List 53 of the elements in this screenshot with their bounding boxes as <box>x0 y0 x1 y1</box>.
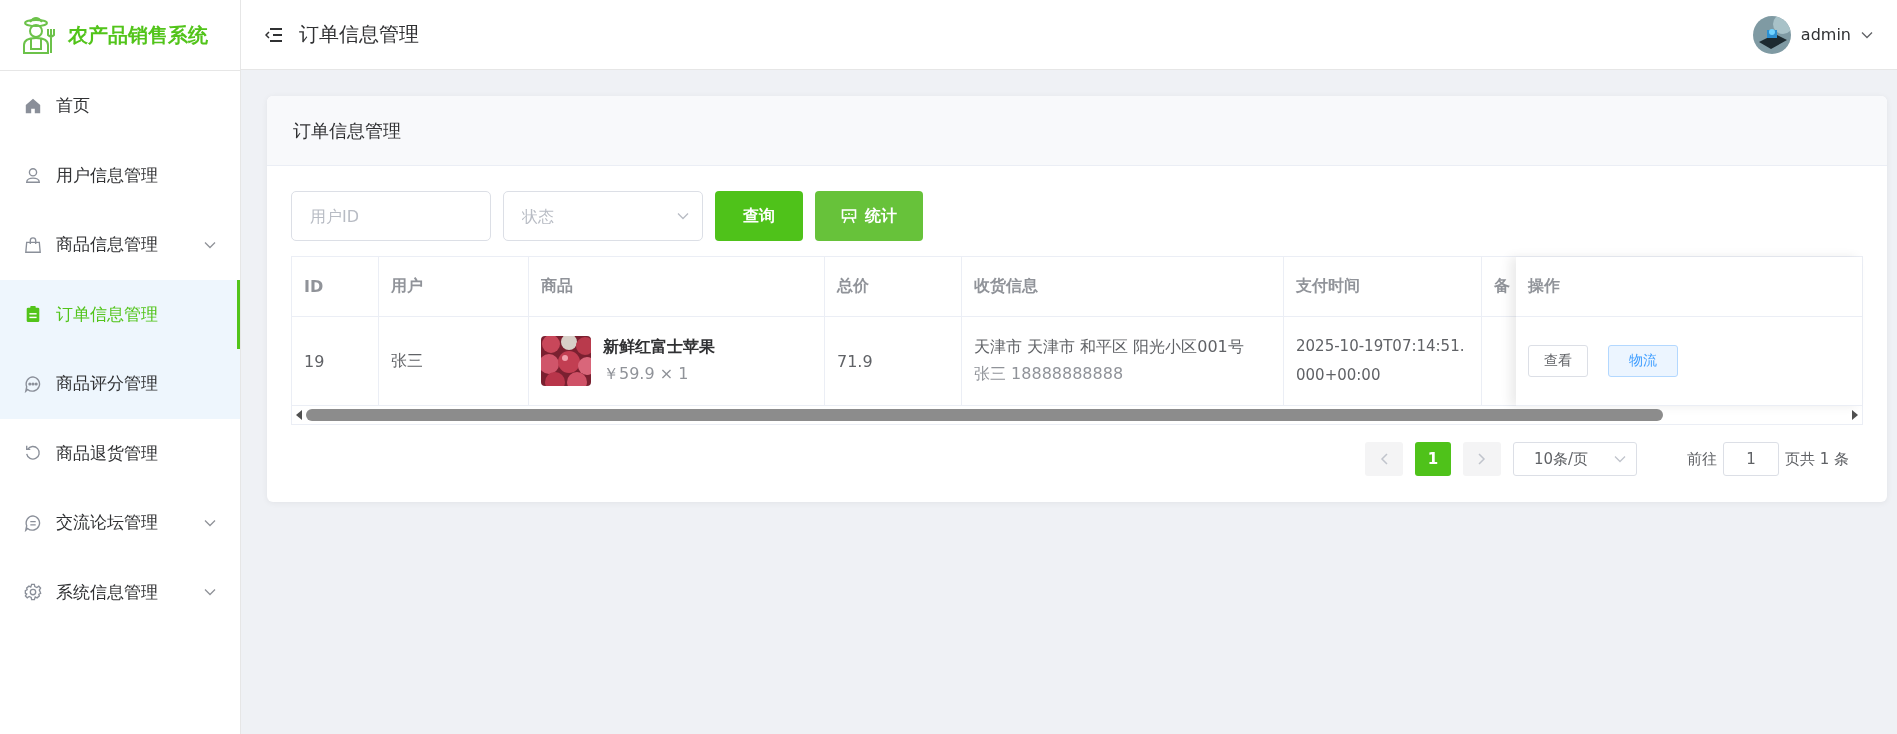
goto-label: 前往 <box>1686 449 1717 469</box>
product-price: ￥59.9 × 1 <box>603 364 690 385</box>
table-cell: 19 <box>292 317 379 406</box>
contact-text: 张三 18888888888 <box>974 364 1125 385</box>
menu-icon[interactable] <box>265 27 283 42</box>
total-text: 页共 1 条 <box>1784 449 1849 469</box>
address-text: 天津市 天津市 和平区 阳光小区001号 <box>974 337 1244 358</box>
column-header: 支付时间 <box>1284 257 1482 317</box>
column-header: 操作 <box>1516 257 1862 317</box>
sidebar-item[interactable]: 系统信息管理 <box>0 557 240 627</box>
sidebar-item[interactable]: 首页 <box>0 71 240 141</box>
page-input[interactable]: 1 <box>1722 442 1779 476</box>
home-icon <box>24 96 42 115</box>
scroll-left-icon[interactable] <box>296 410 302 420</box>
status-select[interactable]: 状态 <box>503 191 703 241</box>
payment-time: 2025-10-19T07:14:51.000+00:00 <box>1296 336 1466 386</box>
sidebar-item[interactable]: 商品退货管理 <box>0 418 240 488</box>
farmer-logo-icon <box>20 15 58 55</box>
chevron-down-icon <box>1861 30 1873 39</box>
scrollbar-thumb[interactable] <box>306 409 1663 421</box>
sidebar-item[interactable]: 商品评分管理 <box>0 349 240 419</box>
sidebar-item[interactable]: 交流论坛管理 <box>0 488 240 558</box>
user-icon <box>24 166 42 185</box>
page-size-select[interactable]: 10条/页 <box>1512 442 1637 476</box>
chart-board-icon <box>841 208 857 224</box>
chevron-right-icon <box>1477 453 1486 465</box>
chat-icon <box>24 374 42 393</box>
column-header: 收货信息 <box>962 257 1284 317</box>
settings-icon <box>24 583 42 602</box>
column-header: 商品 <box>529 257 825 317</box>
column-header: 用户 <box>379 257 529 317</box>
product-name: 新鲜红富士苹果 <box>603 337 715 358</box>
user-name[interactable]: admin <box>1800 25 1851 44</box>
page-title: 订单信息管理 <box>299 21 420 48</box>
refresh-icon <box>24 444 42 463</box>
app-title: 农产品销售系统 <box>68 21 208 49</box>
column-header: 总价 <box>825 257 962 317</box>
scroll-right-icon[interactable] <box>1852 410 1858 420</box>
user-id-field[interactable]: 用户ID <box>291 191 491 241</box>
sidebar-item[interactable]: 用户信息管理 <box>0 140 240 210</box>
avatar[interactable] <box>1752 15 1791 54</box>
chevron-down-icon <box>1613 455 1626 463</box>
clipboard-icon <box>24 305 42 324</box>
bag-icon <box>24 235 42 254</box>
sidebar-item[interactable]: 商品信息管理 <box>0 210 240 280</box>
card-title: 订单信息管理 <box>293 118 401 143</box>
chevron-down-icon <box>677 212 689 220</box>
chat-icon <box>24 513 42 532</box>
table-cell: 71.9 <box>825 317 962 406</box>
column-header: ID <box>292 257 379 317</box>
view-button[interactable]: 查看 <box>1528 345 1588 377</box>
chevron-left-icon <box>1379 453 1388 465</box>
table-cell: 张三 <box>379 317 529 406</box>
